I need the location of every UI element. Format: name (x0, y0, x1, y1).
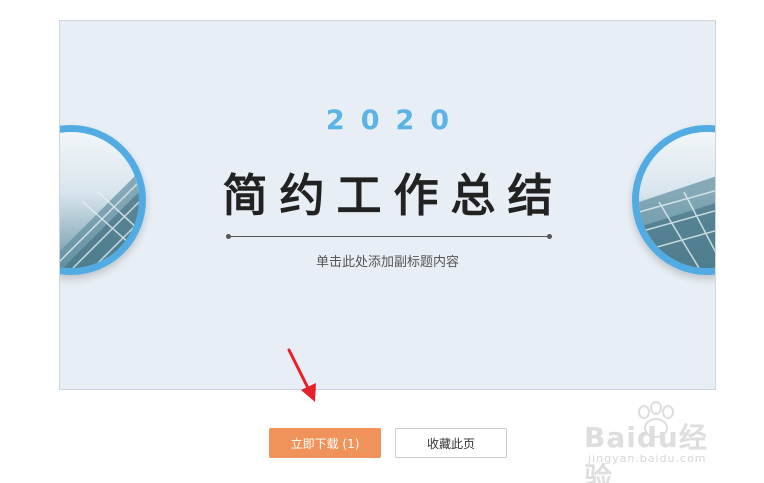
page: 2020 简约工作总结 单击此处添加副标题内容 立即下载 (1) 收藏此页 Ba… (0, 0, 764, 483)
baidu-jingyan-watermark: Baidu经验 jingyan.baidu.com (584, 401, 730, 483)
download-button[interactable]: 立即下载 (1) (269, 428, 381, 458)
slide-preview: 2020 简约工作总结 单击此处添加副标题内容 (59, 20, 716, 390)
red-arrow-icon (287, 348, 316, 402)
watermark-url: jingyan.baidu.com (588, 452, 707, 465)
watermark-logo: Baidu经验 (584, 421, 708, 483)
slide-subtitle: 单击此处添加副标题内容 (315, 255, 459, 270)
favorite-button[interactable]: 收藏此页 (395, 428, 507, 458)
slide-title: 简约工作总结 (222, 169, 565, 222)
slide-divider (226, 234, 552, 239)
slide-year: 2020 (325, 105, 466, 136)
